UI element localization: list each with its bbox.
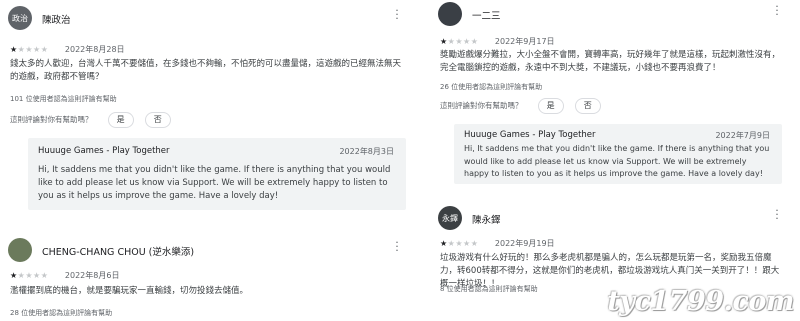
helpful-count: 28 位使用者認為這則評論有幫助 [10, 309, 113, 317]
developer-name: Huuuge Games - Play Together [464, 130, 596, 140]
helpful-count: 26 位使用者認為這則評論有幫助 [440, 83, 543, 91]
reply-text: Hi, It saddens me that you didn't like t… [38, 165, 391, 201]
review-meta: ★★★★★ 2022年9月19日 [440, 238, 555, 248]
review-header: 政治 陳政治 · · · [0, 5, 420, 32]
reviewer-name: CHENG-CHANG CHOU (逆水樂添) [42, 247, 195, 258]
avatar-initials: 政治 [12, 13, 28, 23]
star-filled-icon: ★ [10, 271, 18, 280]
review-text: 獎勵遊戲爆分難拉，大小全盤不會開，寶轉率高，玩好幾年了就是這樣，玩起刺激性沒有，… [440, 50, 781, 73]
star-rating: ★★★★★ [10, 45, 48, 54]
reviewer-name: 陳永鐸 [472, 215, 501, 226]
star-empty-icon: ★★★★ [17, 271, 49, 280]
reply-text: Hi, It saddens me that you didn't like t… [464, 144, 770, 178]
star-empty-icon: ★★★★ [447, 37, 479, 46]
site-watermark: tyc1799.com [607, 286, 794, 317]
helpful-yes-button[interactable]: 是 [107, 111, 134, 128]
avatar: 永鐸 [438, 206, 462, 230]
review-date: 2022年9月19日 [494, 239, 555, 248]
avatar-initials: 永鐸 [442, 213, 458, 223]
avatar [438, 2, 462, 26]
review-header: CHENG-CHANG CHOU (逆水樂添) · · · [0, 237, 420, 264]
star-empty-icon: ★★★★ [447, 239, 479, 248]
helpful-question: 這則評論對你有幫助嗎？ [10, 115, 93, 124]
avatar [8, 238, 32, 262]
review-meta: ★★★★★ 2022年8月6日 [10, 270, 119, 280]
more-options-icon[interactable]: · · · [772, 1, 782, 20]
review-card: CHENG-CHANG CHOU (逆水樂添) · · · ★★★★★ 2022年8… [0, 232, 420, 321]
star-rating: ★★★★★ [440, 239, 478, 248]
review-meta: ★★★★★ 2022年9月17日 [440, 36, 555, 46]
helpful-question-row: 這則評論對你有幫助嗎？ 是 否 [10, 109, 171, 128]
star-filled-icon: ★ [440, 239, 448, 248]
review-text: 濫權擺到底的機台，就是要騙玩家一直輸錢，切勿投錢去儲值。 [10, 286, 249, 296]
developer-name: Huuuge Games - Play Together [38, 146, 170, 156]
reply-date: 2022年8月3日 [339, 147, 394, 156]
star-filled-icon: ★ [440, 37, 448, 46]
helpful-yes-button[interactable]: 是 [537, 97, 564, 114]
left-review-column: 政治 陳政治 · · · ★★★★★ 2022年8月28日 錢太多的人歡迎，台灣人千… [0, 0, 420, 321]
review-date: 2022年9月17日 [494, 37, 555, 46]
review-date: 2022年8月6日 [64, 271, 120, 280]
reply-date: 2022年7月9日 [715, 131, 770, 140]
review-card: 政治 陳政治 · · · ★★★★★ 2022年8月28日 錢太多的人歡迎，台灣人千… [0, 0, 420, 240]
more-options-icon[interactable]: · · · [392, 237, 402, 256]
review-header: 永鐸 陳永鐸 · · · [430, 205, 800, 232]
avatar: 政治 [8, 6, 32, 30]
star-rating: ★★★★★ [10, 271, 48, 280]
review-header: 一二三 · · · [430, 1, 800, 28]
reviewer-name: 一二三 [472, 11, 501, 22]
helpful-count: 8 位使用者認為這則評論有幫助 [440, 285, 538, 293]
helpful-question: 這則評論對你有幫助嗎？ [440, 101, 523, 110]
helpful-no-button[interactable]: 否 [574, 97, 601, 114]
more-options-icon[interactable]: · · · [772, 205, 782, 224]
helpful-no-button[interactable]: 否 [144, 111, 171, 128]
star-rating: ★★★★★ [440, 37, 478, 46]
helpful-count: 101 位使用者認為這則評論有幫助 [10, 95, 117, 103]
star-empty-icon: ★★★★ [17, 45, 49, 54]
developer-reply: Huuuge Games - Play Together 2022年8月3日 H… [28, 138, 406, 210]
star-filled-icon: ★ [10, 45, 18, 54]
review-text: 錢太多的人歡迎，台灣人千萬不要儲值，在多錢也不夠輸，不怕死的可以盡量儲，這遊戲的… [10, 59, 402, 82]
review-date: 2022年8月28日 [64, 45, 125, 54]
reviewer-name: 陳政治 [42, 15, 71, 26]
helpful-question-row: 這則評論對你有幫助嗎？ 是 否 [440, 95, 601, 114]
more-options-icon[interactable]: · · · [392, 5, 402, 24]
review-meta: ★★★★★ 2022年8月28日 [10, 44, 125, 54]
right-review-column: 一二三 · · · ★★★★★ 2022年9月17日 獎勵遊戲爆分難拉，大小全盤不會… [430, 0, 800, 321]
developer-reply: Huuuge Games - Play Together 2022年7月9日 H… [454, 124, 782, 184]
review-card: 一二三 · · · ★★★★★ 2022年9月17日 獎勵遊戲爆分難拉，大小全盤不會… [430, 0, 800, 200]
